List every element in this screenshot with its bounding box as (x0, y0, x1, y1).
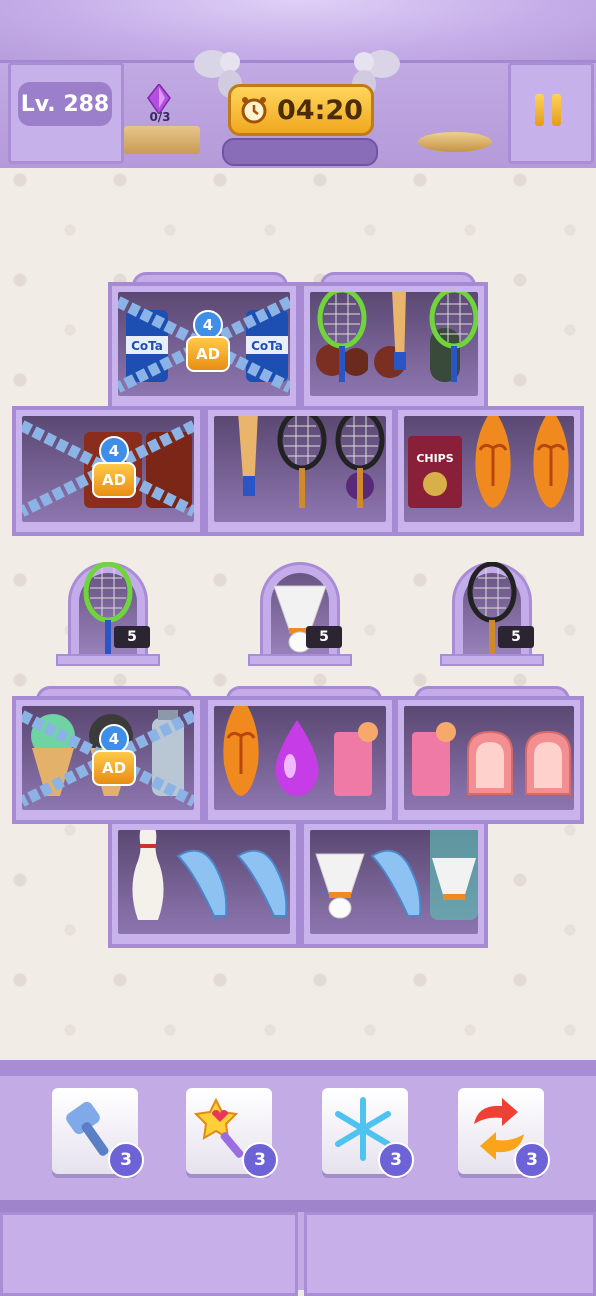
gem-pedestal (124, 126, 200, 154)
shelf-mid-center[interactable] (204, 406, 396, 536)
surfboard[interactable] (218, 706, 264, 798)
surfboard[interactable] (528, 416, 574, 510)
hammer-booster-button[interactable]: 3 (52, 1088, 144, 1178)
niche-count: 5 (306, 626, 342, 648)
top-crown-decoration (0, 0, 596, 63)
lock-badge[interactable]: 4 AD (92, 436, 136, 498)
shelf-base (398, 522, 580, 532)
shelf-top-right[interactable] (300, 282, 488, 410)
ad-unlock-button[interactable]: AD (92, 462, 136, 498)
bowling-pin[interactable] (128, 830, 168, 922)
level-badge: Lv. 288 (18, 82, 112, 126)
shelf-bottom-left[interactable] (108, 820, 300, 948)
booster-count: 3 (378, 1142, 414, 1178)
blue-high-heel[interactable] (174, 832, 234, 922)
countdown-timer: 04:20 (228, 84, 374, 136)
surfboard[interactable] (470, 416, 516, 510)
shelf-low-right[interactable] (394, 696, 584, 824)
black-tennis-racket[interactable] (334, 416, 386, 510)
shelf-mid-right[interactable]: CHIPS (394, 406, 584, 536)
shelf-base (16, 810, 200, 820)
blue-high-heel[interactable] (234, 832, 290, 922)
shelf-base (16, 522, 200, 532)
baseball-bat[interactable] (224, 416, 274, 510)
bottom-cabinet-door (0, 1212, 298, 1296)
shelf-base (398, 810, 580, 820)
shelf-low-center[interactable] (204, 696, 396, 824)
niche-right[interactable]: 5 (440, 562, 544, 666)
chips-bag[interactable]: CHIPS (406, 432, 464, 510)
green-tennis-racket[interactable] (428, 292, 478, 384)
niche-base (56, 654, 160, 666)
booster-bar-rail (0, 1200, 596, 1212)
shelf-locked-mid-left[interactable]: 4 AD (12, 406, 204, 536)
shelf-bottom-right[interactable] (300, 820, 488, 948)
black-tennis-racket[interactable] (276, 416, 328, 510)
shuttlecock[interactable] (312, 850, 368, 922)
ad-unlock-button[interactable]: AD (92, 750, 136, 786)
pause-button[interactable] (528, 90, 568, 130)
shelf-locked-top-left[interactable]: CoTa CoTa 4 AD (108, 282, 300, 410)
niche-center[interactable]: 5 (248, 562, 352, 666)
booster-bar-trim (0, 1060, 596, 1076)
niche-base (440, 654, 544, 666)
purple-gem[interactable] (270, 718, 324, 798)
booster-count: 3 (242, 1142, 278, 1178)
lock-badge[interactable]: 4 AD (92, 724, 136, 786)
shelf-base (304, 934, 484, 944)
shuttlecock-in-glass[interactable] (426, 830, 478, 922)
pink-drink[interactable] (328, 718, 378, 798)
right-pedestal (418, 132, 492, 152)
timer-text: 04:20 (277, 94, 363, 126)
shelf-locked-low-left[interactable]: 4 AD (12, 696, 204, 824)
shelf-base (208, 810, 392, 820)
blue-high-heel[interactable] (368, 832, 428, 922)
gem-progress: 0/3 (149, 110, 171, 124)
shelf-base (304, 396, 484, 406)
green-tennis-racket[interactable] (316, 292, 368, 384)
shuffle-booster-button[interactable]: 3 (458, 1088, 550, 1178)
shelf-base (112, 396, 296, 406)
pause-bar-icon (552, 94, 561, 126)
niche-count: 5 (498, 626, 534, 648)
booster-count: 3 (514, 1142, 550, 1178)
magic-wand-booster-button[interactable]: 3 (186, 1088, 278, 1178)
ad-unlock-button[interactable]: AD (186, 336, 230, 372)
shelf-base (208, 522, 392, 532)
booster-count: 3 (108, 1142, 144, 1178)
pink-drink[interactable] (406, 718, 456, 798)
bottom-cabinet-door (304, 1212, 596, 1296)
shelf-base (112, 934, 296, 944)
progress-slot (222, 138, 378, 166)
alarm-clock-icon (241, 97, 267, 124)
lock-badge[interactable]: 4 AD (186, 310, 230, 372)
bread-slice[interactable] (462, 728, 518, 798)
niche-count: 5 (114, 626, 150, 648)
freeze-booster-button[interactable]: 3 (322, 1088, 414, 1178)
pause-bar-icon (535, 94, 544, 126)
niche-base (248, 654, 352, 666)
baseball-bat[interactable] (374, 292, 426, 384)
niche-left[interactable]: 5 (56, 562, 160, 666)
bread-slice[interactable] (520, 728, 574, 798)
svg-text:CHIPS: CHIPS (416, 452, 453, 465)
